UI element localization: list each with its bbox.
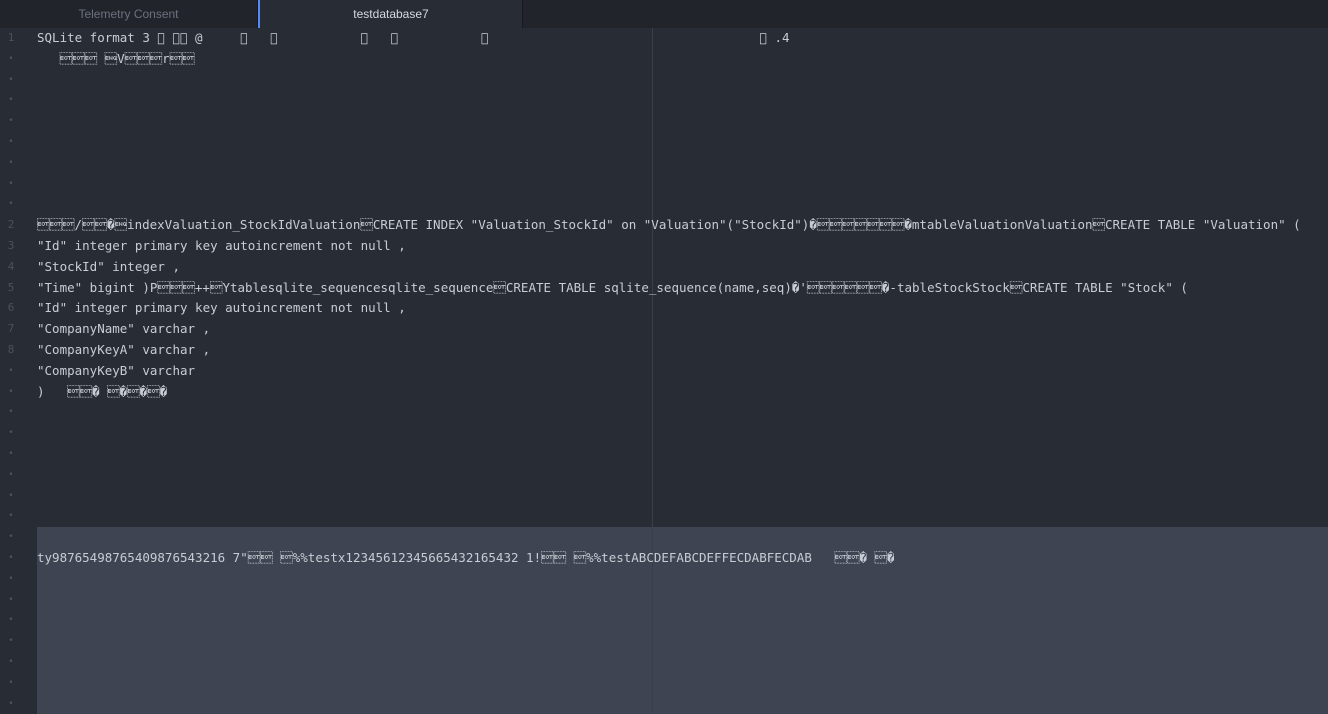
line-number[interactable]: • [0,486,22,507]
line-number[interactable]: • [0,174,22,195]
line-number[interactable]: 7 [0,319,22,340]
line-number[interactable]: • [0,694,22,714]
line-number[interactable]: 5 [0,278,22,299]
code-line: "Time" bigint )P++Ytablesqlite_seque… [37,279,1188,295]
line-number[interactable]: • [0,527,22,548]
line-number[interactable]: • [0,382,22,403]
line-number[interactable]: • [0,673,22,694]
line-number[interactable]: • [0,70,22,91]
tab-bar: Telemetry Consent testdatabase7 [0,0,1328,29]
line-number[interactable]: • [0,548,22,569]
code-line: "CompanyKeyA" varchar , [37,342,211,357]
line-number[interactable]: • [0,631,22,652]
tab-testdatabase7[interactable]: testdatabase7 [258,0,523,29]
code-line: "CompanyName" varchar , [37,321,211,337]
code-line: ) � ��� [37,383,168,399]
code-line: "CompanyKeyB" varchar [37,362,196,378]
line-number[interactable]: • [0,652,22,673]
line-number[interactable]: • [0,444,22,465]
line-number[interactable]: • [0,590,22,611]
code-line: /�indexValuation_StockIdValuation… [37,217,1301,233]
code-line:  Vr [37,50,195,66]
line-number[interactable]: • [0,90,22,111]
line-number-gutter[interactable]: 1 • • • • • • • • 2 3 4 5 6 7 8 • • • • • • • • • • • • • • • • • [0,28,37,714]
line-number[interactable]: 6 [0,298,22,319]
tab-telemetry-consent[interactable]: Telemetry Consent [0,0,258,28]
line-number[interactable]: • [0,569,22,590]
line-number[interactable]: • [0,111,22,132]
code-line: "Id" integer primary key autoincrement n… [37,300,406,316]
line-number[interactable]: 2 [0,215,22,236]
code-line: "StockId" integer , [37,258,180,274]
code-line: "Id" integer primary key autoincrement n… [37,238,406,253]
code-line: ty98765498765409876543216 7" %%testx1… [37,550,895,565]
line-number[interactable]: • [0,465,22,486]
line-number[interactable]: • [0,194,22,215]
line-number[interactable]: 8 [0,340,22,361]
line-number[interactable]: • [0,506,22,527]
line-number[interactable]: • [0,153,22,174]
line-number[interactable]: • [0,402,22,423]
line-number[interactable]: • [0,361,22,382]
line-number[interactable]: • [0,132,22,153]
line-number[interactable]: 1 [0,28,22,49]
line-number[interactable]: • [0,49,22,70]
line-number[interactable]: 3 [0,236,22,257]
line-number[interactable]: • [0,610,22,631]
code-line: SQLite format 3     @       .4 [37,30,790,45]
code-area[interactable]: SQLite format 3     @       .4 … [37,28,1328,714]
line-number[interactable]: 4 [0,257,22,278]
line-number[interactable]: • [0,423,22,444]
text-editor[interactable]: 1 • • • • • • • • 2 3 4 5 6 7 8 • • • • • • • • • • • • • • • • • SQLite… [0,28,1328,714]
